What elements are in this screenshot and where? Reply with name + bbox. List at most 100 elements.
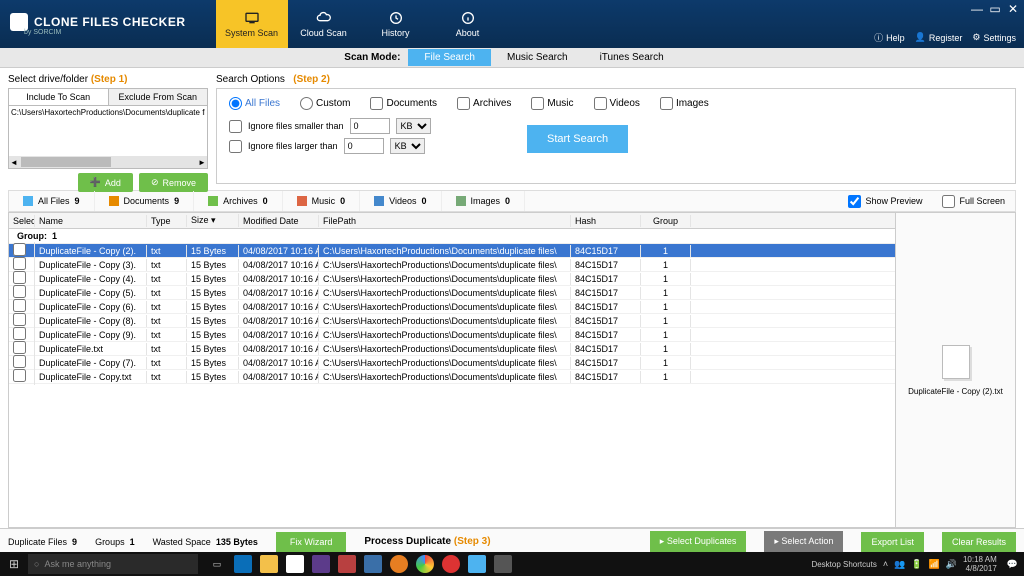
col-select[interactable]: Select <box>9 215 35 227</box>
chk-music[interactable]: Music <box>531 97 573 110</box>
edge-icon[interactable] <box>234 555 252 573</box>
app-icon-2[interactable] <box>338 555 356 573</box>
row-checkbox[interactable] <box>13 257 26 270</box>
firefox-icon[interactable] <box>390 555 408 573</box>
clear-results-button[interactable]: Clear Results <box>942 532 1016 552</box>
table-row[interactable]: DuplicateFile - Copy.txttxt15 Bytes04/08… <box>9 370 895 384</box>
row-checkbox[interactable] <box>13 271 26 284</box>
mode-music-search[interactable]: Music Search <box>491 49 584 66</box>
typetab-images[interactable]: Images 0 <box>442 191 526 211</box>
chk-full-screen[interactable]: Full Screen <box>932 195 1015 208</box>
tab-system-scan[interactable]: System Scan <box>216 0 288 48</box>
app-icon-4[interactable] <box>494 555 512 573</box>
row-checkbox[interactable] <box>13 369 26 382</box>
select-duplicates-button[interactable]: ▸ Select Duplicates <box>650 531 747 552</box>
chk-show-preview[interactable]: Show Preview <box>838 195 932 208</box>
radio-custom[interactable]: Custom <box>300 97 350 110</box>
register-link[interactable]: 👤 Register <box>915 31 963 44</box>
chk-documents[interactable]: Documents <box>370 97 437 110</box>
tab-history[interactable]: History <box>360 0 432 48</box>
small-size-input[interactable] <box>350 118 390 134</box>
tab-about[interactable]: About <box>432 0 504 48</box>
table-row[interactable]: DuplicateFile - Copy (5).txt15 Bytes04/0… <box>9 286 895 300</box>
col-date[interactable]: Modified Date <box>239 215 319 227</box>
chk-videos[interactable]: Videos <box>594 97 640 110</box>
chk-images[interactable]: Images <box>660 97 709 110</box>
col-hash[interactable]: Hash <box>571 215 641 227</box>
system-tray[interactable]: Desktop Shortcuts ˄ 👥 🔋 📶 🔊 <box>811 559 957 570</box>
start-button[interactable]: ⊞ <box>0 557 28 571</box>
large-unit[interactable]: KB <box>390 138 425 154</box>
table-row[interactable]: DuplicateFile.txttxt15 Bytes04/08/2017 1… <box>9 342 895 356</box>
row-checkbox[interactable] <box>13 327 26 340</box>
mode-itunes-search[interactable]: iTunes Search <box>584 49 680 66</box>
start-search-button[interactable]: Start Search <box>527 125 628 153</box>
notifications-icon[interactable]: 💬 <box>1007 559 1018 570</box>
taskbar-clock[interactable]: 10:18 AM4/8/2017 <box>963 555 997 573</box>
chk-ignore-small[interactable] <box>229 120 242 133</box>
radio-allfiles[interactable]: All Files <box>229 97 280 110</box>
explorer-icon[interactable] <box>260 555 278 573</box>
remove-button[interactable]: ⊘ Remove <box>139 173 208 192</box>
table-row[interactable]: DuplicateFile - Copy (6).txt15 Bytes04/0… <box>9 300 895 314</box>
tab-include[interactable]: Include To Scan <box>9 89 109 105</box>
row-checkbox[interactable] <box>13 299 26 312</box>
chrome-icon[interactable] <box>416 555 434 573</box>
row-checkbox[interactable] <box>13 355 26 368</box>
drive-path[interactable]: C:\Users\HaxortechProductions\Documents\… <box>11 108 205 117</box>
windows-taskbar[interactable]: ⊞ ○ Ask me anything ▭ Desktop Shortcuts … <box>0 552 1024 576</box>
col-size[interactable]: Size ▾ <box>187 214 239 227</box>
table-row[interactable]: DuplicateFile - Copy (3).txt15 Bytes04/0… <box>9 258 895 272</box>
export-list-button[interactable]: Export List <box>861 532 924 552</box>
taskbar-search[interactable]: ○ Ask me anything <box>28 554 198 574</box>
small-unit[interactable]: KB <box>396 118 431 134</box>
settings-link[interactable]: ⚙ Settings <box>972 31 1016 44</box>
typetab-videos[interactable]: Videos 0 <box>360 191 441 211</box>
table-row[interactable]: DuplicateFile - Copy (2).txt15 Bytes04/0… <box>9 244 895 258</box>
taskview-icon[interactable]: ▭ <box>208 555 226 573</box>
tray-wifi-icon[interactable]: 📶 <box>929 559 940 570</box>
tray-shortcuts[interactable]: Desktop Shortcuts <box>811 560 876 569</box>
typetab-documents[interactable]: Documents 9 <box>95 191 195 211</box>
table-row[interactable]: DuplicateFile - Copy (4).txt15 Bytes04/0… <box>9 272 895 286</box>
help-link[interactable]: ⓘ Help <box>874 31 905 44</box>
table-row[interactable]: DuplicateFile - Copy (8).txt15 Bytes04/0… <box>9 314 895 328</box>
maximize-button[interactable]: ▭ <box>988 2 1002 16</box>
row-checkbox[interactable] <box>13 285 26 298</box>
store-icon[interactable] <box>286 555 304 573</box>
tab-exclude[interactable]: Exclude From Scan <box>109 89 208 105</box>
group-header[interactable]: Group: 1 <box>9 229 895 244</box>
select-action-button[interactable]: ▸ Select Action <box>764 531 843 552</box>
fix-wizard-button[interactable]: Fix Wizard <box>276 532 347 552</box>
chk-archives[interactable]: Archives <box>457 97 511 110</box>
col-type[interactable]: Type <box>147 215 187 227</box>
app-icon-1[interactable] <box>312 555 330 573</box>
drive-list[interactable]: C:\Users\HaxortechProductions\Documents\… <box>8 105 208 169</box>
add-button[interactable]: ➕ Add <box>78 173 133 192</box>
row-checkbox[interactable] <box>13 341 26 354</box>
tray-up-icon[interactable]: ˄ <box>883 559 888 569</box>
tab-cloud-scan[interactable]: Cloud Scan <box>288 0 360 48</box>
col-name[interactable]: Name <box>35 215 147 227</box>
tray-sound-icon[interactable]: 🔊 <box>946 559 957 570</box>
table-row[interactable]: DuplicateFile - Copy (7).txt15 Bytes04/0… <box>9 356 895 370</box>
tray-battery-icon[interactable]: 🔋 <box>911 559 922 570</box>
opera-icon[interactable] <box>442 555 460 573</box>
col-group[interactable]: Group <box>641 215 691 227</box>
chk-ignore-large[interactable] <box>229 140 242 153</box>
close-button[interactable]: ✕ <box>1006 2 1020 16</box>
table-row[interactable]: DuplicateFile - Copy (9).txt15 Bytes04/0… <box>9 328 895 342</box>
minimize-button[interactable]: — <box>970 2 984 16</box>
col-path[interactable]: FilePath <box>319 215 571 227</box>
typetab-archives[interactable]: Archives 0 <box>194 191 283 211</box>
hscrollbar[interactable]: ◄► <box>9 156 207 168</box>
typetab-all[interactable]: All Files 9 <box>9 191 95 211</box>
tray-people-icon[interactable]: 👥 <box>894 559 905 570</box>
row-checkbox[interactable] <box>13 243 26 256</box>
mode-file-search[interactable]: File Search <box>408 49 491 66</box>
large-size-input[interactable] <box>344 138 384 154</box>
typetab-music[interactable]: Music 0 <box>283 191 361 211</box>
app-icon-3[interactable] <box>364 555 382 573</box>
row-checkbox[interactable] <box>13 313 26 326</box>
cfc-taskbar-icon[interactable] <box>468 555 486 573</box>
